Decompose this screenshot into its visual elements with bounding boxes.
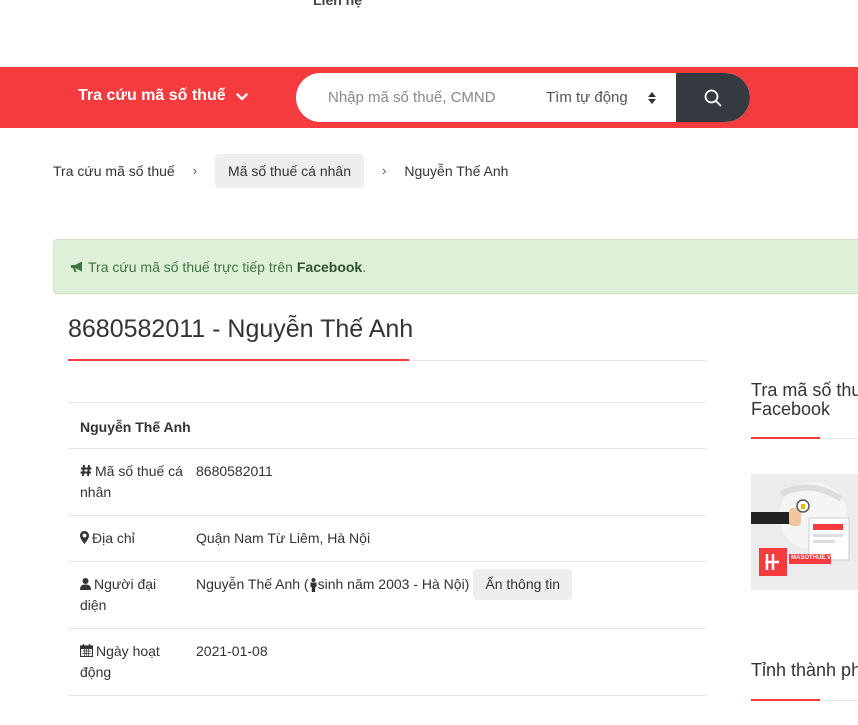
page-title: 8680582011 - Nguyễn Thế Anh xyxy=(68,315,414,343)
tax-code-value: 8680582011 xyxy=(196,463,273,479)
person-name: Nguyễn Thế Anh xyxy=(80,419,191,435)
sidebar-facebook-title: Tra mã số thuế Facebook xyxy=(751,380,858,419)
header-bar: Tra cứu mã số thuế Tìm tự động xyxy=(0,67,858,128)
sidebar-accent-bar xyxy=(751,699,820,701)
representative-value: Nguyễn Thế Anh ( sinh năm 2003 - Hà Nội)… xyxy=(196,562,706,628)
bullhorn-icon xyxy=(71,261,82,272)
breadcrumb: Tra cứu mã số thuế › Mã số thuế cá nhân … xyxy=(53,153,508,188)
nav-contact-link[interactable]: Liên hệ xyxy=(313,0,362,8)
map-marker-icon xyxy=(80,531,89,544)
table-row: Người đại diện Nguyễn Thế Anh ( sinh năm… xyxy=(68,561,706,628)
row-label-representative: Người đại diện xyxy=(80,576,157,613)
row-label-start-date: Ngày hoạt động xyxy=(80,643,160,680)
search-button[interactable] xyxy=(676,73,750,122)
alert-facebook-link[interactable]: Facebook xyxy=(297,259,362,275)
sidebar-provinces-title: Tỉnh thành phố xyxy=(751,660,858,680)
calendar-icon xyxy=(80,644,93,657)
lookup-menu-toggle[interactable]: Tra cứu mã số thuế xyxy=(78,87,248,105)
search-icon xyxy=(704,89,722,106)
hash-icon xyxy=(80,464,92,477)
table-row: Ngày hoạt động 2021-01-08 xyxy=(68,628,706,695)
search-mode-select[interactable]: Tìm tự động xyxy=(546,73,656,122)
promo-image-caption: MASOTHUE.VN xyxy=(791,555,836,561)
user-icon xyxy=(80,578,91,590)
info-table: Nguyễn Thế Anh Mã số thuế cá nhân 868058… xyxy=(68,402,706,725)
breadcrumb-current: Nguyễn Thế Anh xyxy=(404,162,509,179)
lookup-menu-label: Tra cứu mã số thuế xyxy=(78,87,226,104)
address-value: Quận Nam Từ Liêm, Hà Nội xyxy=(196,530,371,546)
search-box: Tìm tự động xyxy=(296,73,750,122)
start-date-value: 2021-01-08 xyxy=(196,643,268,659)
facebook-alert: Tra cứu mã số thuế trực tiếp trên Facebo… xyxy=(53,239,858,294)
alert-suffix: . xyxy=(362,258,367,275)
facebook-promo-image[interactable]: MASOTHUE.VN xyxy=(751,474,858,590)
hide-info-button[interactable]: Ẩn thông tin xyxy=(473,569,573,600)
row-label-address: Địa chỉ xyxy=(68,516,196,561)
title-accent-bar xyxy=(68,359,409,361)
alert-text: Tra cứu mã số thuế trực tiếp trên xyxy=(88,258,293,275)
table-row xyxy=(68,695,706,725)
row-label-tax-code: Mã số thuế cá nhân xyxy=(80,463,183,500)
male-icon xyxy=(310,578,317,592)
breadcrumb-separator: › xyxy=(382,163,387,178)
breadcrumb-separator: › xyxy=(192,163,198,178)
table-row: Mã số thuế cá nhân 8680582011 xyxy=(68,448,706,515)
search-input[interactable] xyxy=(316,73,508,122)
table-row: Địa chỉ Quận Nam Từ Liêm, Hà Nội xyxy=(68,515,706,561)
table-row: Nguyễn Thế Anh xyxy=(68,402,706,448)
representative-birth: sinh năm 2003 - Hà Nội) xyxy=(317,576,470,592)
breadcrumb-home-link[interactable]: Tra cứu mã số thuế xyxy=(53,163,175,179)
sort-caret-icon xyxy=(648,91,656,104)
promo-illustration xyxy=(751,474,858,590)
search-mode-value: Tìm tự động xyxy=(546,89,628,106)
representative-name: Nguyễn Thế Anh ( xyxy=(196,576,309,592)
breadcrumb-category-link[interactable]: Mã số thuế cá nhân xyxy=(215,153,365,188)
sidebar-accent-bar xyxy=(751,437,820,439)
chevron-down-icon xyxy=(235,93,248,101)
